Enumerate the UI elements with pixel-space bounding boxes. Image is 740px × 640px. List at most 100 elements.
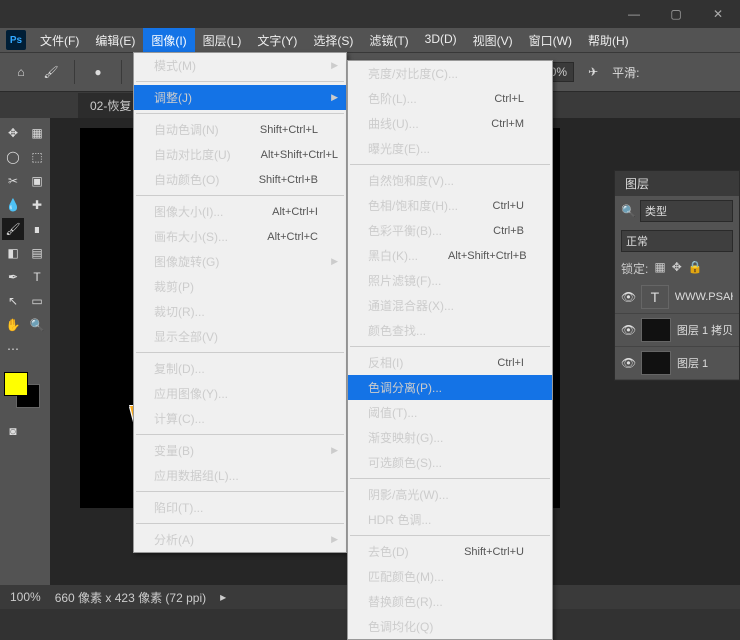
image-menu-item-19[interactable]: 变量(B)▶ [134,438,346,463]
adjust-menu-item-8[interactable]: 黑白(K)...Alt+Shift+Ctrl+B [348,243,552,268]
frame-tool[interactable]: ▣ [26,170,48,192]
menu-10[interactable]: 帮助(H) [580,28,637,53]
menu-3[interactable]: 图层(L) [195,28,250,53]
adjust-menu-item-10[interactable]: 通道混合器(X)... [348,293,552,318]
menu-8[interactable]: 视图(V) [465,28,521,53]
image-menu-item-0[interactable]: 模式(M)▶ [134,53,346,78]
lasso-tool[interactable]: ◯ [2,146,24,168]
image-menu-item-16[interactable]: 应用图像(Y)... [134,381,346,406]
gradient-tool[interactable]: ▤ [26,242,48,264]
eyedropper-tool[interactable]: 💧 [2,194,24,216]
home-icon[interactable]: ⌂ [10,61,32,83]
crop-tool[interactable]: ✂ [2,170,24,192]
adjust-menu-item-13[interactable]: 反相(I)Ctrl+I [348,350,552,375]
adjust-menu-item-19[interactable]: 阴影/高光(W)... [348,482,552,507]
type-tool[interactable]: T [26,266,48,288]
adjust-menu-item-14[interactable]: 色调分离(P)... [348,375,552,400]
menu-2[interactable]: 图像(I) [143,28,194,53]
menu-6[interactable]: 滤镜(T) [361,28,416,53]
zoom-tool[interactable]: 🔍 [26,314,48,336]
adjust-menu-item-1[interactable]: 色阶(L)...Ctrl+L [348,86,552,111]
image-menu-item-17[interactable]: 计算(C)... [134,406,346,431]
adjust-menu-item-22[interactable]: 去色(D)Shift+Ctrl+U [348,539,552,564]
stamp-tool[interactable]: ∎ [26,218,48,240]
smooth-label: 平滑: [612,64,639,81]
blend-mode-select[interactable]: 正常 [621,230,733,252]
visibility-icon[interactable]: 👁 [621,356,635,370]
brush-icon[interactable]: 🖌 [40,61,62,83]
lock-pixels-icon[interactable]: ▦ [654,260,665,277]
menu-9[interactable]: 窗口(W) [521,28,580,53]
close-button[interactable]: ✕ [704,4,732,24]
quickmask-tool[interactable]: ◙ [2,420,24,442]
image-menu-item-6[interactable]: 自动颜色(O)Shift+Ctrl+B [134,167,346,192]
adjustments-submenu: 亮度/对比度(C)...色阶(L)...Ctrl+L曲线(U)...Ctrl+M… [347,60,553,640]
image-menu-item-9[interactable]: 画布大小(S)...Alt+Ctrl+C [134,224,346,249]
layer-thumb [641,318,671,342]
adjust-menu-item-7[interactable]: 色彩平衡(B)...Ctrl+B [348,218,552,243]
color-swatches[interactable] [2,370,46,410]
adjust-menu-item-16[interactable]: 渐变映射(G)... [348,425,552,450]
path-tool[interactable]: ↖ [2,290,24,312]
image-menu-item-12[interactable]: 裁切(R)... [134,299,346,324]
image-menu-item-5[interactable]: 自动对比度(U)Alt+Shift+Ctrl+L [134,142,346,167]
menu-4[interactable]: 文字(Y) [249,28,305,53]
image-menu-item-10[interactable]: 图像旋转(G)▶ [134,249,346,274]
artboard-tool[interactable]: ▦ [26,122,48,144]
adjust-menu-item-24[interactable]: 替换颜色(R)... [348,589,552,614]
fg-color[interactable] [4,372,28,396]
image-menu-item-2[interactable]: 调整(J)▶ [134,85,346,110]
adjust-menu-item-11[interactable]: 颜色查找... [348,318,552,343]
visibility-icon[interactable]: 👁 [621,290,635,304]
lock-position-icon[interactable]: ✥ [672,260,682,277]
pen-tool[interactable]: ✒ [2,266,24,288]
adjust-menu-item-5[interactable]: 自然饱和度(V)... [348,168,552,193]
move-tool[interactable]: ✥ [2,122,24,144]
visibility-icon[interactable]: 👁 [621,323,635,337]
zoom-level[interactable]: 100% [10,590,41,604]
menu-0[interactable]: 文件(F) [32,28,87,53]
adjust-menu-item-9[interactable]: 照片滤镜(F)... [348,268,552,293]
adjust-menu-item-15[interactable]: 阈值(T)... [348,400,552,425]
image-menu-item-15[interactable]: 复制(D)... [134,356,346,381]
image-menu-item-13[interactable]: 显示全部(V) [134,324,346,349]
hand-tool[interactable]: ✋ [2,314,24,336]
menu-5[interactable]: 选择(S) [305,28,361,53]
airbrush-icon[interactable]: ✈ [582,61,604,83]
image-menu-item-24[interactable]: 分析(A)▶ [134,527,346,552]
marquee-tool[interactable]: ⬚ [26,146,48,168]
adjust-menu-item-20[interactable]: HDR 色调... [348,507,552,532]
lock-all-icon[interactable]: 🔒 [688,260,703,277]
adjust-menu-item-0[interactable]: 亮度/对比度(C)... [348,61,552,86]
brush-tool[interactable]: 🖌 [2,218,24,240]
eraser-tool[interactable]: ◧ [2,242,24,264]
adjust-menu-item-25[interactable]: 色调均化(Q) [348,614,552,639]
adjust-menu-item-3[interactable]: 曝光度(E)... [348,136,552,161]
healing-tool[interactable]: ✚ [26,194,48,216]
image-menu-item-11: 裁剪(P) [134,274,346,299]
layer-kind-select[interactable]: 类型 [640,200,733,222]
adjust-menu-item-2[interactable]: 曲线(U)...Ctrl+M [348,111,552,136]
layer-thumb [641,351,671,375]
menu-1[interactable]: 编辑(E) [87,28,143,53]
lock-label: 锁定: [621,260,648,277]
shape-tool[interactable]: ▭ [26,290,48,312]
adjust-menu-item-6[interactable]: 色相/饱和度(H)...Ctrl+U [348,193,552,218]
doc-info: 660 像素 x 423 像素 (72 ppi) [55,589,206,606]
layer-row-0[interactable]: 👁TWWW.PSAH [615,281,739,314]
status-arrow-icon[interactable]: ▸ [220,590,226,604]
maximize-button[interactable]: ▢ [662,4,690,24]
more-tools[interactable]: ⋯ [2,338,24,360]
adjust-menu-item-23[interactable]: 匹配颜色(M)... [348,564,552,589]
layer-row-1[interactable]: 👁图层 1 拷贝 [615,314,739,347]
search-icon[interactable]: 🔍 [621,204,636,218]
submenu-arrow-icon: ▶ [331,534,338,545]
image-menu-item-22: 陷印(T)... [134,495,346,520]
layer-row-2[interactable]: 👁图层 1 [615,347,739,380]
adjust-menu-item-17[interactable]: 可选颜色(S)... [348,450,552,475]
image-menu-item-8[interactable]: 图像大小(I)...Alt+Ctrl+I [134,199,346,224]
menu-7[interactable]: 3D(D) [417,28,465,53]
image-menu-item-4[interactable]: 自动色调(N)Shift+Ctrl+L [134,117,346,142]
brush-preset-icon[interactable]: ● [87,61,109,83]
minimize-button[interactable]: — [620,4,648,24]
